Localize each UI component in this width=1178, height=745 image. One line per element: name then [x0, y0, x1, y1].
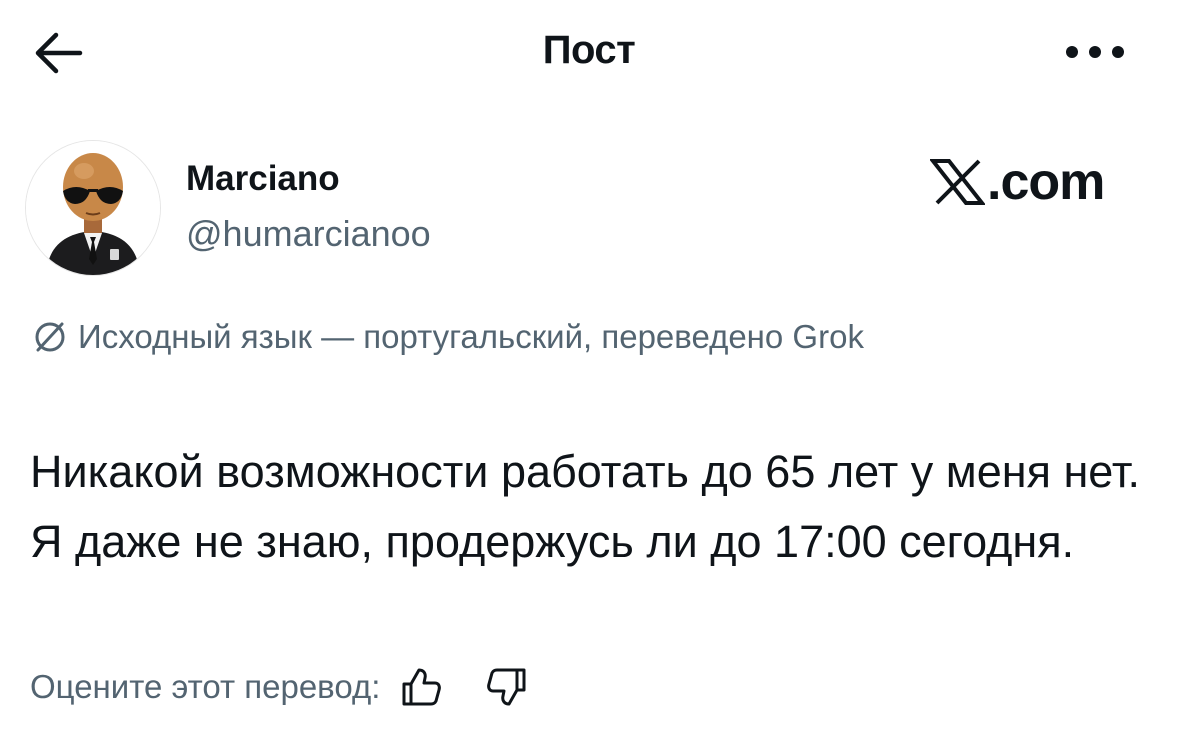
thumbs-up-icon — [402, 668, 442, 706]
translate-icon — [35, 322, 65, 352]
x-logo-icon — [930, 159, 985, 205]
thumbs-down-icon — [487, 668, 526, 706]
more-horizontal-icon — [1066, 46, 1124, 58]
brand-watermark: .com — [930, 152, 1105, 212]
translation-note: Исходный язык — португальский, переведен… — [32, 318, 864, 356]
translation-note-text: Исходный язык — португальский, переведен… — [78, 318, 864, 355]
rate-translation-label: Оцените этот перевод: — [30, 668, 381, 705]
thumbs-down-button[interactable] — [484, 664, 530, 710]
more-button[interactable] — [1062, 30, 1128, 74]
thumbs-up-button[interactable] — [398, 664, 444, 710]
alien-in-suit-avatar — [26, 141, 160, 275]
post-text: Никакой возможности работать до 65 лет у… — [30, 446, 1140, 567]
brand-text: .com — [987, 153, 1105, 211]
author-name[interactable]: Marciano — [186, 159, 340, 199]
top-bar: Пост — [0, 0, 1178, 108]
page-title: Пост — [542, 28, 636, 72]
avatar[interactable] — [25, 140, 161, 276]
rate-translation: Оцените этот перевод: — [30, 664, 530, 710]
author-handle[interactable]: @humarcianoo — [186, 213, 431, 255]
